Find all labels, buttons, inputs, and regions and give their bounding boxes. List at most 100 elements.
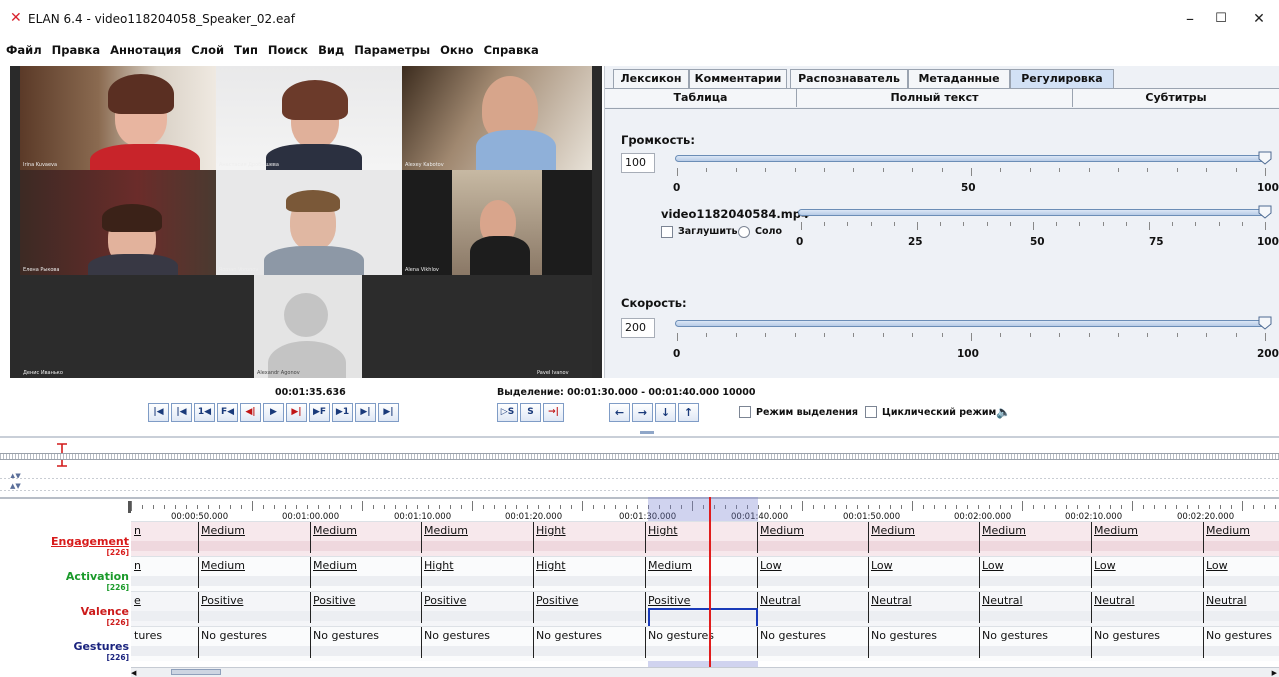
annotation[interactable]: Medium (982, 524, 1026, 537)
annotation[interactable]: Medium (1206, 524, 1250, 537)
annotation[interactable]: Medium (201, 524, 245, 537)
annotation[interactable]: e (134, 594, 141, 607)
selection-boundary-button[interactable]: →| (543, 403, 564, 422)
speed-slider-thumb[interactable] (1258, 316, 1272, 330)
volume-slider[interactable] (675, 155, 1265, 162)
volume-slider-thumb[interactable] (1258, 151, 1272, 165)
annotation[interactable]: No gestures (313, 629, 379, 642)
menu-edit[interactable]: Правка (52, 38, 100, 62)
annotation[interactable]: No gestures (982, 629, 1048, 642)
maximize-button[interactable]: ☐ (1206, 8, 1236, 30)
media-volume-slider-thumb[interactable] (1258, 205, 1272, 219)
speed-value-field[interactable]: 200 (621, 318, 655, 338)
clear-selection-button[interactable]: S (520, 403, 541, 422)
annotation-above-button[interactable]: ↑ (678, 403, 699, 422)
annotation[interactable]: n (134, 524, 141, 537)
annotation[interactable]: Low (760, 559, 782, 572)
annotation[interactable]: Low (871, 559, 893, 572)
previous-frame-button[interactable]: F◀ (217, 403, 238, 422)
menu-search[interactable]: Поиск (268, 38, 308, 62)
menu-view[interactable]: Вид (318, 38, 344, 62)
annotation[interactable]: Medium (313, 559, 357, 572)
speed-slider[interactable] (675, 320, 1265, 327)
go-to-begin-button[interactable]: |◀ (148, 403, 169, 422)
tab-subtitles[interactable]: Субтитры (1073, 88, 1279, 107)
tab-comments[interactable]: Комментарии (689, 69, 787, 88)
next-second-button[interactable]: ▶1 (332, 403, 353, 422)
annotation[interactable]: Neutral (871, 594, 912, 607)
annotation[interactable]: Hight (536, 559, 566, 572)
previous-second-button[interactable]: 1◀ (194, 403, 215, 422)
annotation[interactable]: No gestures (1094, 629, 1160, 642)
go-to-end-button[interactable]: ▶| (378, 403, 399, 422)
menu-window[interactable]: Окно (440, 38, 473, 62)
annotation[interactable]: No gestures (536, 629, 602, 642)
annotation[interactable]: Medium (1094, 524, 1138, 537)
next-annotation-button[interactable]: → (632, 403, 653, 422)
tier-name[interactable]: Valence (0, 605, 129, 618)
annotation[interactable]: Low (982, 559, 1004, 572)
annotation[interactable]: Positive (536, 594, 578, 607)
annotation[interactable]: Medium (201, 559, 245, 572)
annotation[interactable]: Hight (648, 524, 678, 537)
annotation[interactable]: No gestures (1206, 629, 1272, 642)
annotation[interactable]: Neutral (982, 594, 1023, 607)
annotation[interactable]: No gestures (201, 629, 267, 642)
next-pixel-button[interactable]: ▶| (286, 403, 307, 422)
annotation[interactable]: Neutral (1094, 594, 1135, 607)
next-frame-button[interactable]: ▶F (309, 403, 330, 422)
previous-pixel-button[interactable]: ◀| (240, 403, 261, 422)
annotation[interactable]: Medium (760, 524, 804, 537)
tab-controls[interactable]: Регулировка (1010, 69, 1114, 88)
tab-metadata[interactable]: Метаданные (908, 69, 1010, 88)
solo-radio[interactable] (738, 226, 750, 238)
annotation[interactable]: Medium (313, 524, 357, 537)
annotation[interactable]: No gestures (760, 629, 826, 642)
menu-tier[interactable]: Слой (191, 38, 224, 62)
play-selection-button[interactable]: ▷S (497, 403, 518, 422)
next-scrollview-button[interactable]: ▶| (355, 403, 376, 422)
volume-value-field[interactable]: 100 (621, 153, 655, 173)
annotation[interactable]: Medium (648, 559, 692, 572)
annotation[interactable]: Positive (201, 594, 243, 607)
menu-annotation[interactable]: Аннотация (110, 38, 181, 62)
tier-name[interactable]: Activation (0, 570, 129, 583)
menu-help[interactable]: Справка (484, 38, 539, 62)
tier-name[interactable]: Engagement (0, 535, 129, 548)
minimize-button[interactable]: – (1175, 8, 1205, 30)
annotation[interactable]: n (134, 559, 141, 572)
speaker-icon[interactable]: 🔈 (996, 405, 1011, 419)
annotation[interactable]: No gestures (648, 629, 714, 642)
annotation[interactable]: No gestures (871, 629, 937, 642)
selection-mode-checkbox[interactable] (739, 406, 751, 418)
annotation[interactable]: Neutral (760, 594, 801, 607)
menu-options[interactable]: Параметры (354, 38, 430, 62)
play-button[interactable]: ▶ (263, 403, 284, 422)
annotation[interactable]: Neutral (1206, 594, 1247, 607)
annotation[interactable]: Positive (648, 594, 690, 607)
annotation[interactable]: tures (134, 629, 162, 642)
horizontal-scrollbar[interactable]: ◀ ▶ (131, 667, 1279, 677)
menu-file[interactable]: Файл (6, 38, 42, 62)
annotation[interactable]: Positive (313, 594, 355, 607)
annotation[interactable]: Low (1206, 559, 1228, 572)
video-viewer[interactable]: Irina Kuvaeva Анастасия Дробышева Alexey… (10, 66, 602, 378)
annotation[interactable]: Medium (871, 524, 915, 537)
tab-recognizer[interactable]: Распознаватель (790, 69, 908, 88)
annotation[interactable]: Medium (424, 524, 468, 537)
mute-checkbox[interactable] (661, 226, 673, 238)
close-button[interactable]: ✕ (1244, 8, 1274, 30)
annotation[interactable]: No gestures (424, 629, 490, 642)
annotation-below-button[interactable]: ↓ (655, 403, 676, 422)
previous-annotation-button[interactable]: ← (609, 403, 630, 422)
previous-scrollview-button[interactable]: |◀ (171, 403, 192, 422)
annotation[interactable]: Positive (424, 594, 466, 607)
media-volume-slider[interactable] (798, 209, 1265, 216)
tab-grid[interactable]: Таблица (605, 88, 797, 107)
tab-lexicon[interactable]: Лексикон (613, 69, 689, 88)
annotation[interactable]: Hight (536, 524, 566, 537)
annotation[interactable]: Low (1094, 559, 1116, 572)
tier-name[interactable]: Gestures (0, 640, 129, 653)
loop-mode-checkbox[interactable] (865, 406, 877, 418)
menu-type[interactable]: Тип (234, 38, 258, 62)
